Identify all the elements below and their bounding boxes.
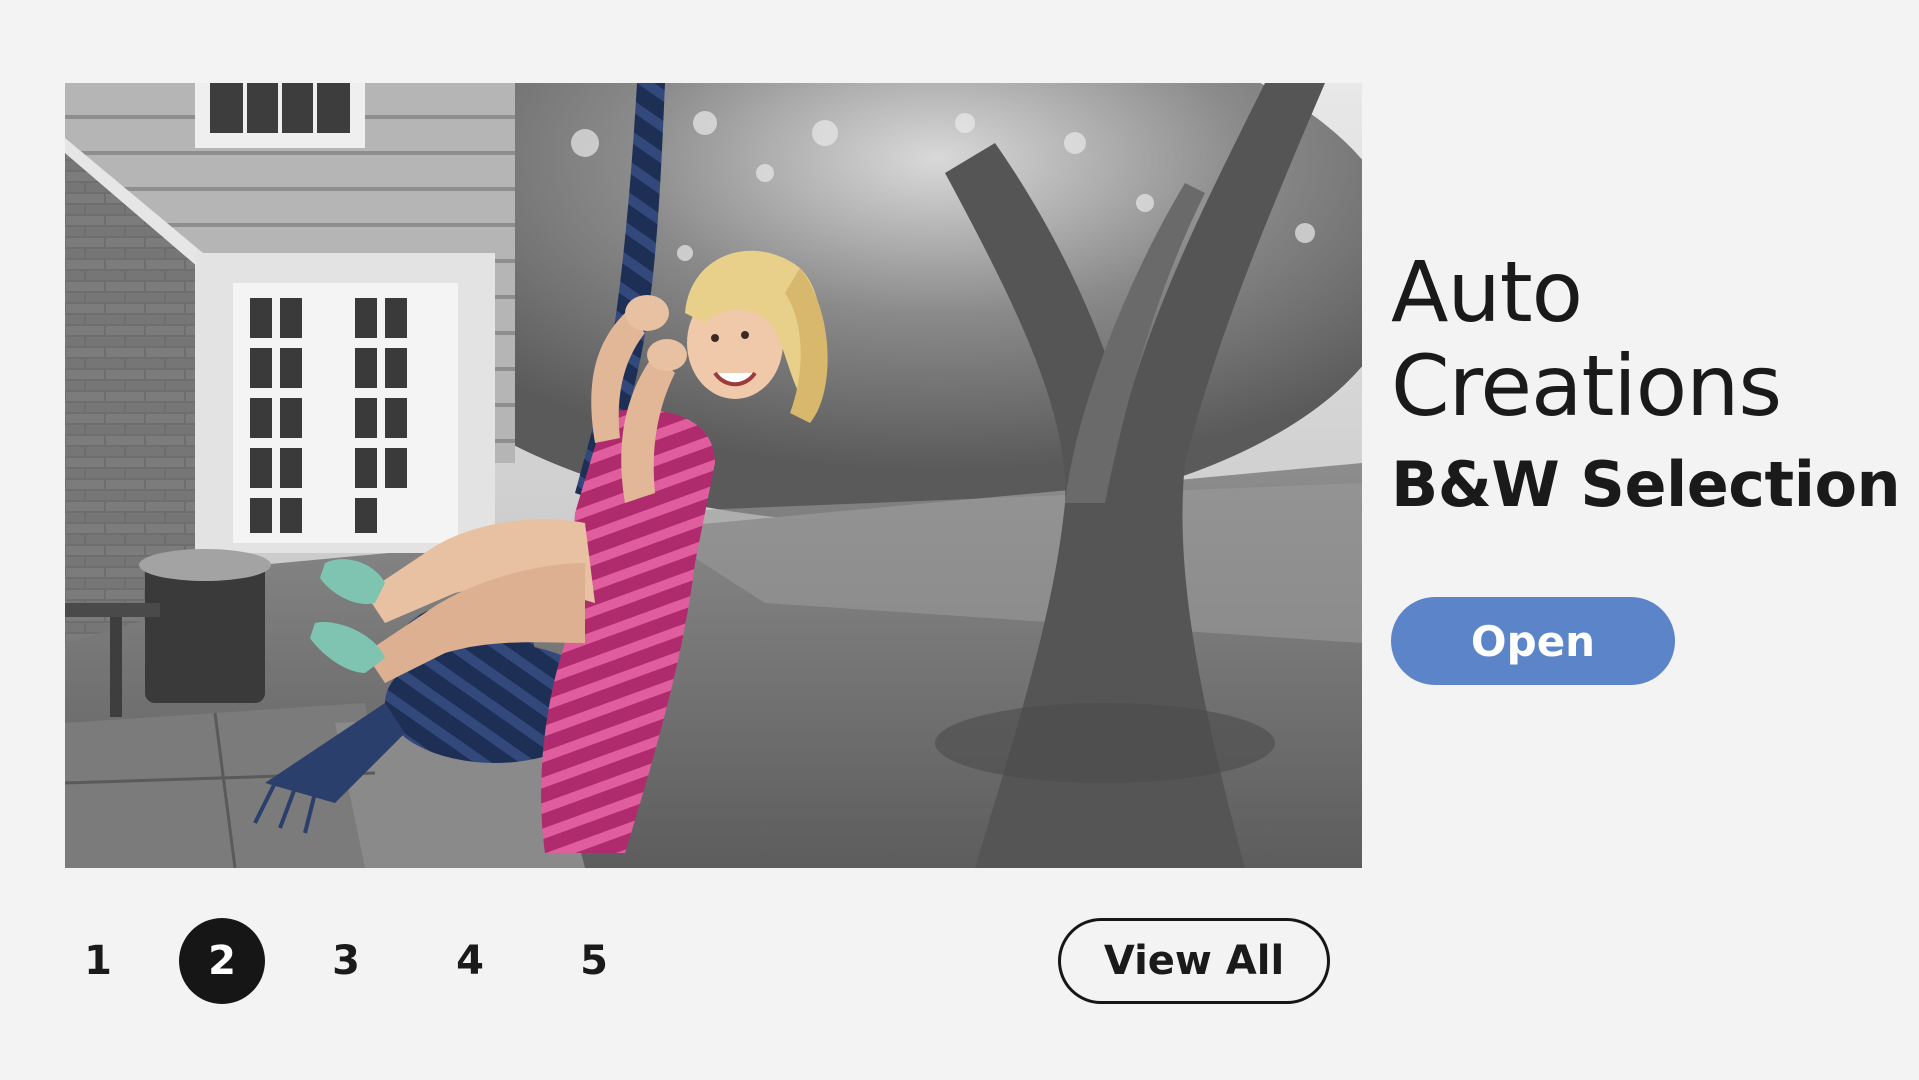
page-2-button[interactable]: 2 [179, 918, 265, 1004]
title-line-2: Creations [1391, 337, 1782, 435]
pagination: 1 2 3 4 5 [55, 918, 675, 1004]
page-1-button[interactable]: 1 [55, 918, 141, 1004]
subtitle: B&W Selection [1391, 448, 1901, 521]
view-all-button[interactable]: View All [1058, 918, 1330, 1004]
title-line-1: Auto [1391, 243, 1583, 341]
hero-photo [65, 83, 1362, 868]
page-3-button[interactable]: 3 [303, 918, 389, 1004]
photo-illustration [65, 83, 1362, 868]
page-4-button[interactable]: 4 [427, 918, 513, 1004]
info-panel: Auto Creations B&W Selection Open [1391, 243, 1901, 685]
open-button[interactable]: Open [1391, 597, 1675, 685]
page-5-button[interactable]: 5 [551, 918, 637, 1004]
